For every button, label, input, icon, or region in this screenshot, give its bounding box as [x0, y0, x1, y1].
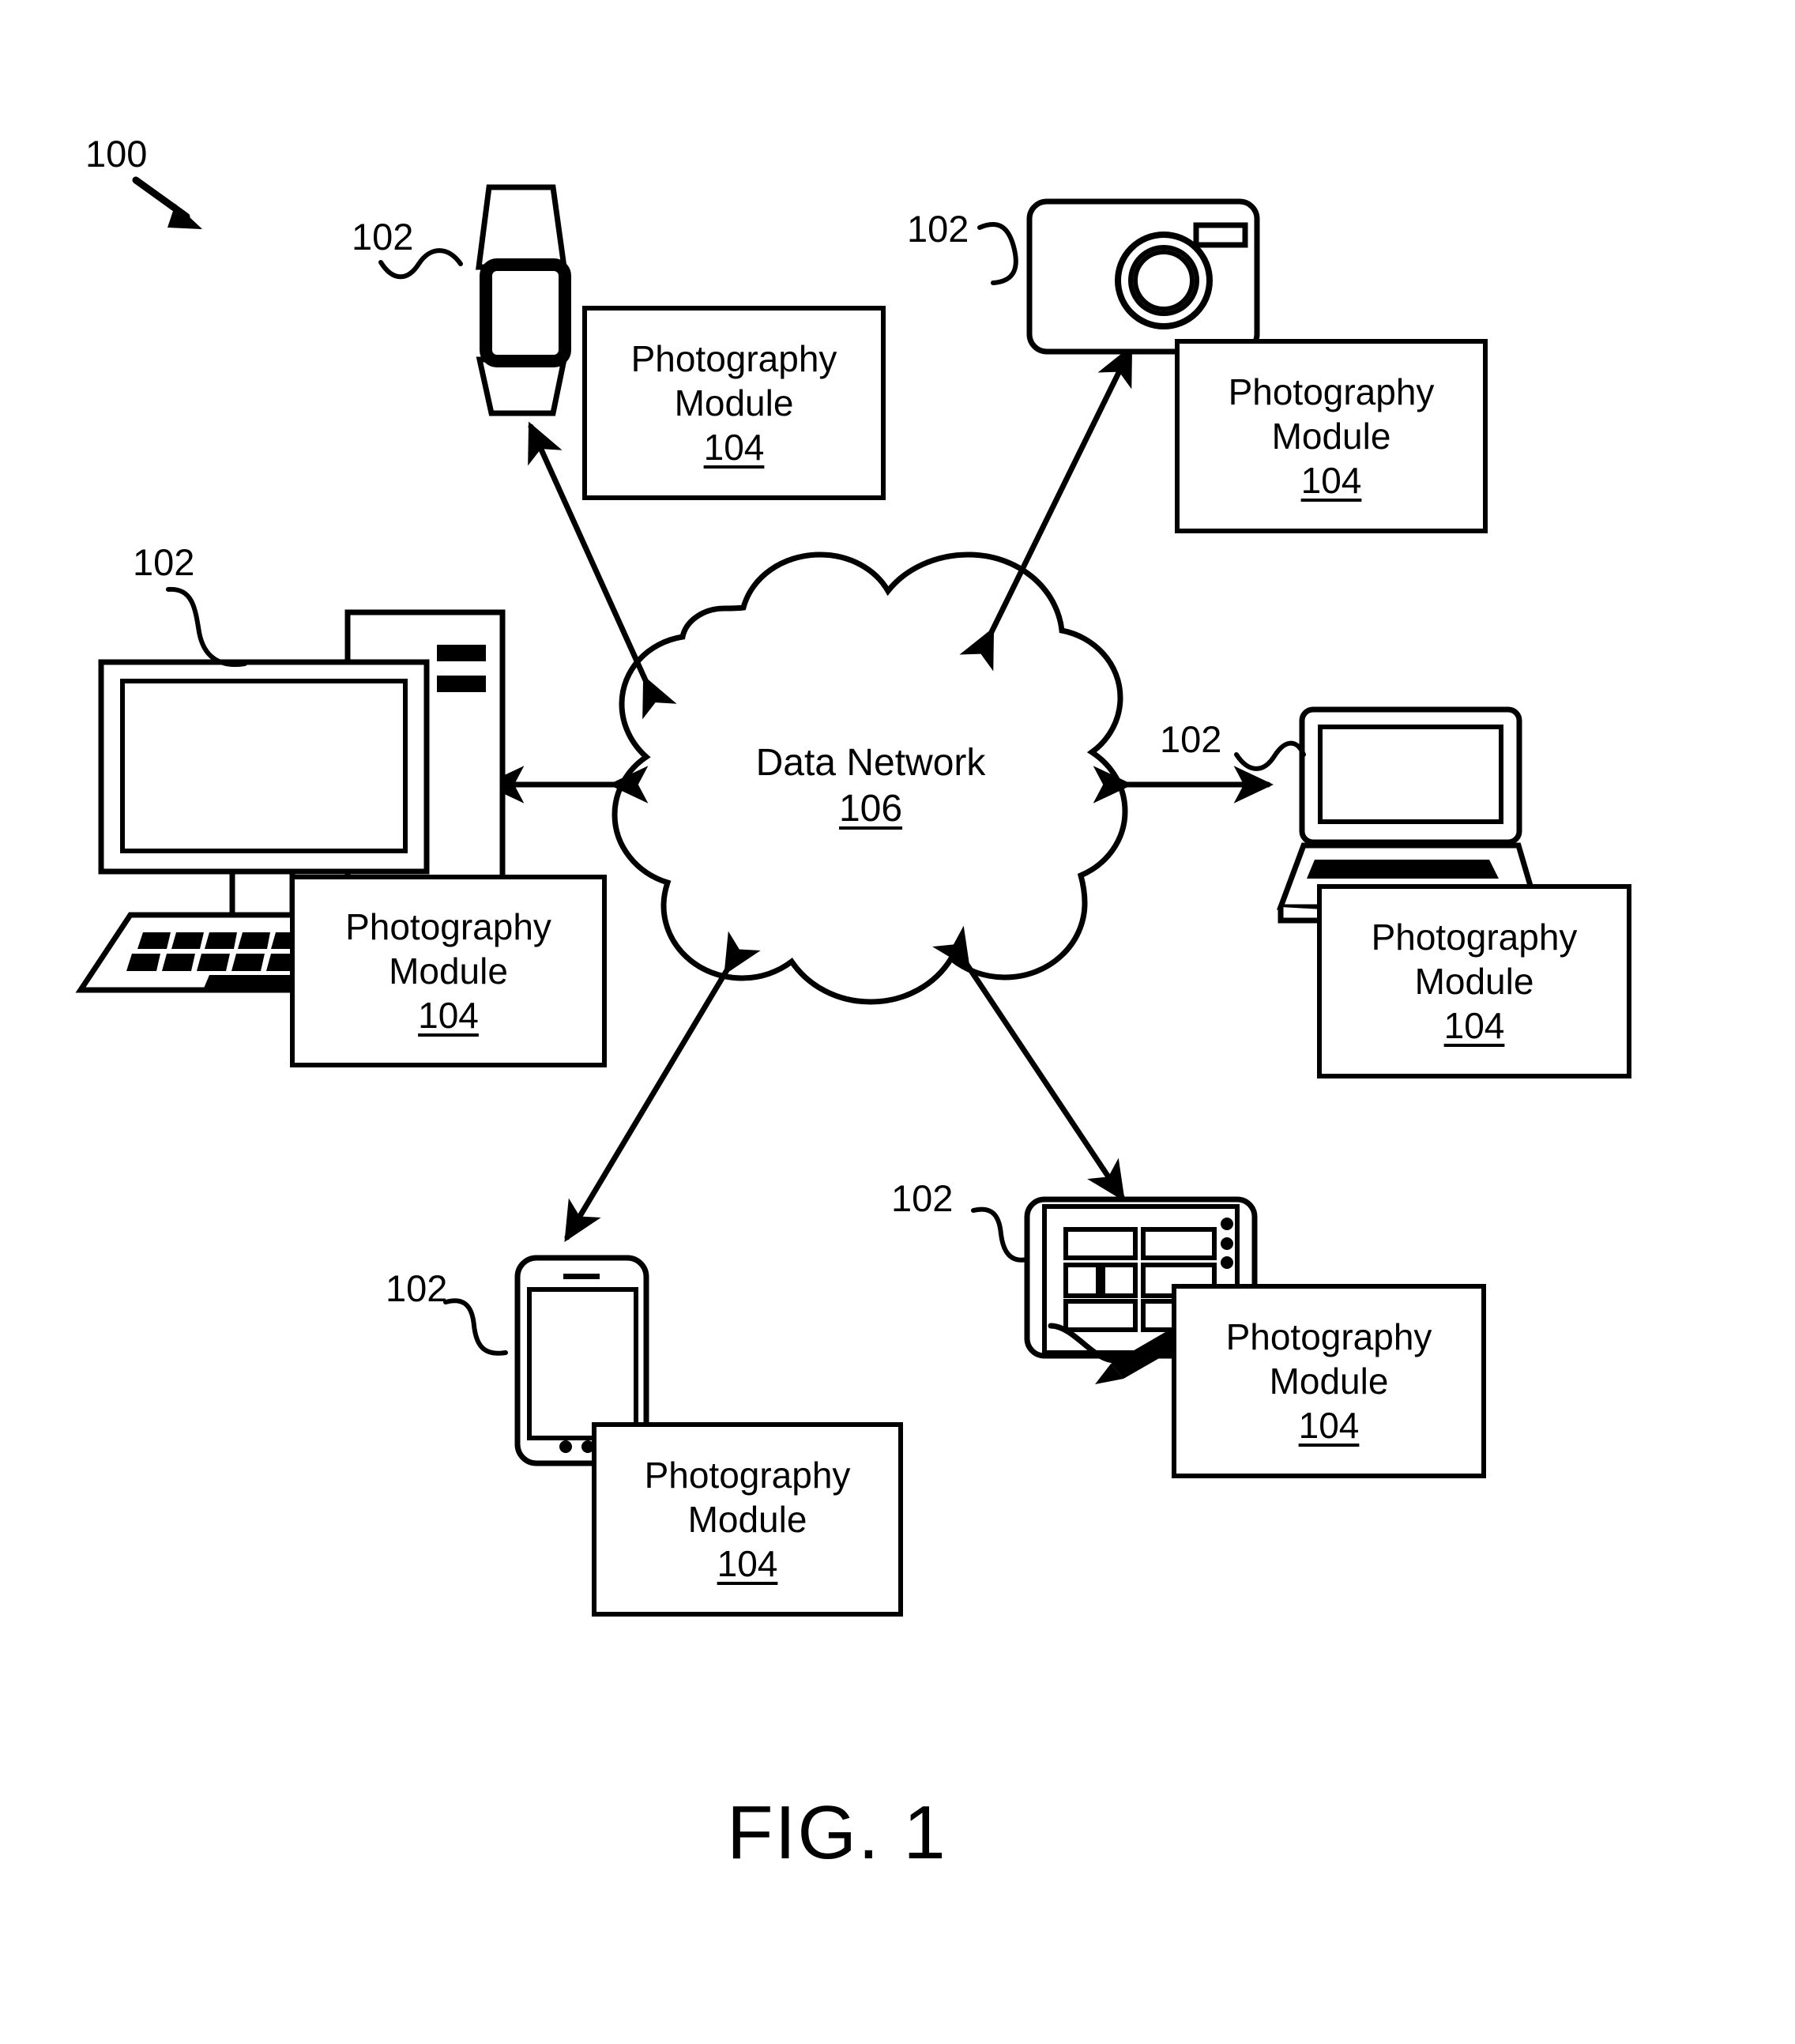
- module-line-1: Photography: [630, 337, 837, 379]
- system-ref-label: 100: [85, 133, 148, 175]
- module-laptop: Photography Module 104: [1319, 886, 1629, 1076]
- device-ref-smartwatch: 102: [352, 216, 414, 258]
- patent-figure: 100 102 102 102 102 102 102 Data Network…: [0, 0, 1795, 2044]
- module-line-1: Photography: [1371, 916, 1578, 958]
- module-line-1: Photography: [345, 905, 551, 947]
- device-ref-smartphone: 102: [386, 1267, 448, 1309]
- module-line-1: Photography: [1225, 1316, 1432, 1357]
- module-ref: 104: [717, 1543, 778, 1585]
- module-line-1: Photography: [1228, 371, 1435, 412]
- module-camera: Photography Module 104: [1177, 341, 1485, 531]
- module-line-2: Module: [1271, 415, 1391, 457]
- module-line-2: Module: [389, 950, 508, 992]
- system-ref-arrow: [132, 176, 202, 229]
- device-ref-desktop: 102: [133, 541, 195, 583]
- figure-caption: FIG. 1: [727, 1790, 947, 1875]
- module-tablet: Photography Module 104: [1174, 1286, 1484, 1476]
- module-ref: 104: [1443, 1005, 1505, 1047]
- network-ref: 106: [838, 788, 903, 830]
- digital-camera-illustration: [977, 198, 1260, 355]
- device-ref-tablet: 102: [891, 1177, 954, 1219]
- module-ref: 104: [1300, 460, 1362, 502]
- module-smartphone: Photography Module 104: [594, 1425, 901, 1614]
- module-line-2: Module: [687, 1498, 807, 1540]
- module-desktop: Photography Module 104: [292, 877, 604, 1065]
- module-ref: 104: [1298, 1405, 1360, 1447]
- device-ref-camera: 102: [907, 208, 969, 250]
- device-ref-laptop: 102: [1160, 718, 1222, 760]
- module-line-2: Module: [1414, 960, 1534, 1002]
- module-ref: 104: [703, 427, 765, 469]
- module-line-2: Module: [674, 382, 794, 423]
- module-ref: 104: [418, 995, 479, 1037]
- module-smartwatch: Photography Module 104: [585, 308, 883, 498]
- module-line-2: Module: [1269, 1360, 1389, 1402]
- network-label: Data Network: [755, 742, 986, 784]
- module-line-1: Photography: [644, 1454, 851, 1496]
